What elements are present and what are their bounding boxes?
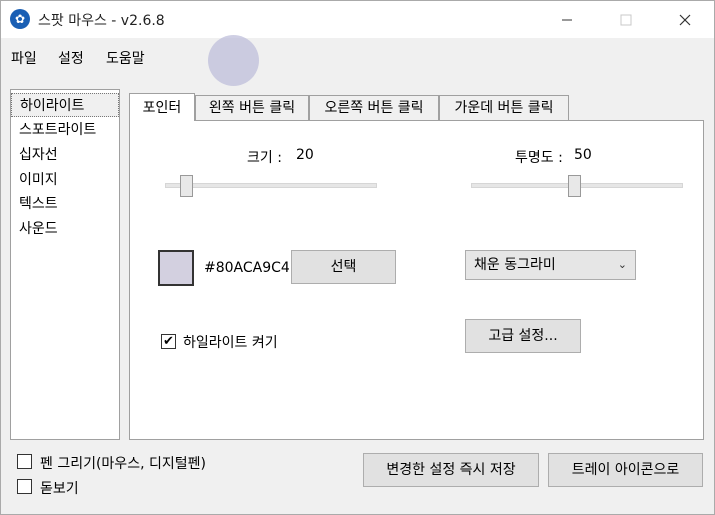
sidebar-item-crosshair[interactable]: 십자선 xyxy=(11,143,119,167)
tab-middle-click[interactable]: 가운데 버튼 클릭 xyxy=(439,95,569,121)
shape-dropdown-value: 채운 동그라미 xyxy=(474,257,556,273)
sidebar-item-spotlight[interactable]: 스포트라이트 xyxy=(11,118,119,142)
minimize-icon xyxy=(562,19,572,20)
size-slider-thumb[interactable] xyxy=(180,175,193,197)
tab-left-click[interactable]: 왼쪽 버튼 클릭 xyxy=(195,95,309,121)
size-label: 크기 : xyxy=(247,150,282,166)
maximize-button[interactable] xyxy=(597,1,655,38)
tray-icon-button[interactable]: 트레이 아이콘으로 xyxy=(548,453,703,487)
menu-settings[interactable]: 설정 xyxy=(58,48,84,68)
select-color-button[interactable]: 선택 xyxy=(291,250,396,284)
sidebar-item-sound[interactable]: 사운드 xyxy=(11,217,119,241)
highlight-checkbox-label: 하일라이트 켜기 xyxy=(183,335,278,351)
sidebar-list[interactable]: 하이라이트 스포트라이트 십자선 이미지 텍스트 사운드 xyxy=(10,89,120,440)
color-hex-text: #80ACA9C4 xyxy=(204,260,290,276)
window-title: 스팟 마우스 - v2.6.8 xyxy=(38,13,165,29)
close-button[interactable] xyxy=(656,1,714,38)
opacity-slider-thumb[interactable] xyxy=(568,175,581,197)
tab-panel xyxy=(129,120,704,440)
opacity-value: 50 xyxy=(574,147,592,163)
close-icon xyxy=(679,14,691,25)
pen-draw-checkbox[interactable] xyxy=(17,454,32,469)
cursor-highlight-circle xyxy=(208,35,259,86)
menu-file[interactable]: 파일 xyxy=(11,48,37,68)
maximize-icon xyxy=(620,14,632,25)
pen-draw-label: 펜 그리기(마우스, 디지털펜) xyxy=(40,456,206,472)
highlight-checkbox[interactable]: ✔ xyxy=(161,334,176,349)
checkmark-icon: ✔ xyxy=(163,334,174,349)
opacity-label: 투명도 : xyxy=(515,150,563,166)
size-slider[interactable] xyxy=(165,183,377,188)
shape-dropdown[interactable]: 채운 동그라미 ⌄ xyxy=(465,250,636,280)
menu-bar: 파일 설정 도움말 xyxy=(1,38,714,76)
title-bar[interactable]: ✿ 스팟 마우스 - v2.6.8 xyxy=(1,1,714,38)
size-value: 20 xyxy=(296,147,314,163)
sidebar-item-image[interactable]: 이미지 xyxy=(11,168,119,192)
minimize-button[interactable] xyxy=(538,1,596,38)
magnifier-label: 돋보기 xyxy=(40,481,79,497)
save-settings-button[interactable]: 변경한 설정 즉시 저장 xyxy=(363,453,539,487)
sidebar-item-highlight[interactable]: 하이라이트 xyxy=(11,93,119,117)
chevron-down-icon: ⌄ xyxy=(617,258,627,271)
tab-right-click[interactable]: 오른쪽 버튼 클릭 xyxy=(309,95,439,121)
sidebar-item-text[interactable]: 텍스트 xyxy=(11,192,119,216)
advanced-settings-button[interactable]: 고급 설정... xyxy=(465,319,581,353)
tab-pointer[interactable]: 포인터 xyxy=(129,93,195,121)
app-logo-icon: ✿ xyxy=(10,9,30,29)
magnifier-checkbox[interactable] xyxy=(17,479,32,494)
menu-help[interactable]: 도움말 xyxy=(106,48,145,68)
app-window: ✿ 스팟 마우스 - v2.6.8 파일 설정 도움말 하이라이트 스포트라이트… xyxy=(0,0,715,515)
color-swatch xyxy=(158,250,194,286)
